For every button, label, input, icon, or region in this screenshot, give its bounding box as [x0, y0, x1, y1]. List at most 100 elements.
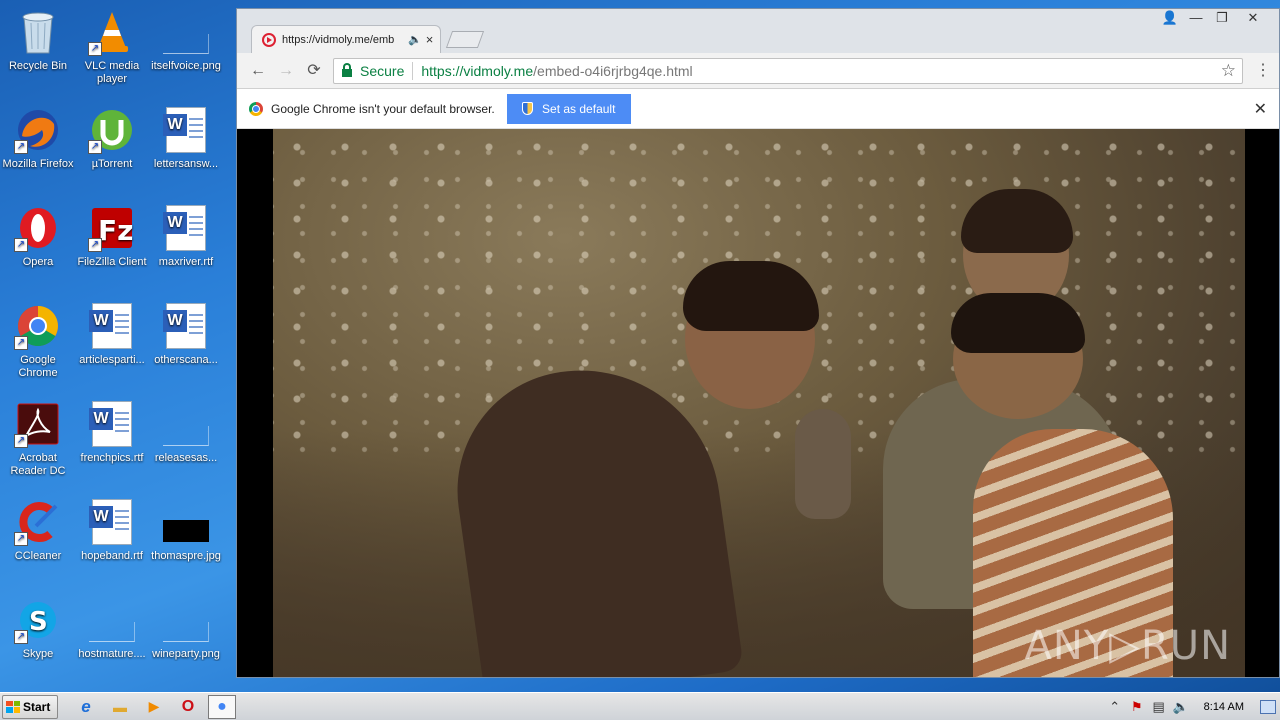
desktop: Recycle Bin ↗ VLC media player itselfvoi…	[0, 0, 236, 692]
kitten	[795, 409, 851, 519]
bookmark-star-icon[interactable]: ☆	[1221, 61, 1236, 81]
start-label: Start	[23, 699, 51, 714]
folder-icon: ▬	[113, 698, 127, 715]
desktop-icon-skype[interactable]: S ↗ Skype	[0, 592, 76, 684]
forward-button[interactable]: →	[275, 61, 297, 81]
png-file-icon	[162, 596, 210, 644]
firefox-icon: ↗	[14, 106, 62, 154]
svg-text:S: S	[29, 607, 48, 637]
browser-tab[interactable]: https://vidmoly.me/emb 🔈 ×	[251, 25, 441, 53]
anyrun-watermark: ANY▷RUN	[1024, 623, 1231, 669]
desktop-icon-maxriver[interactable]: maxriver.rtf	[148, 200, 224, 292]
rtf-file-icon	[162, 204, 210, 252]
secure-label: Secure	[360, 63, 405, 79]
url-host: https://vidmoly.me	[421, 63, 534, 79]
desktop-icon-vlc[interactable]: ↗ VLC media player	[74, 4, 150, 96]
address-bar[interactable]: Secure https://vidmoly.me /embed-o4i6rjr…	[333, 58, 1243, 84]
desktop-icon-ccleaner[interactable]: ↗ CCleaner	[0, 494, 76, 586]
desktop-icon-filezilla[interactable]: Fz ↗ FileZilla Client	[74, 200, 150, 292]
taskbar: Start e ▬ ▶ O ● ⌃ ⚑ ▤ 🔈 8:14 AM	[0, 692, 1280, 720]
rtf-file-icon	[162, 302, 210, 350]
desktop-icon-hopeband[interactable]: hopeband.rtf	[74, 494, 150, 586]
jpg-file-icon	[162, 498, 210, 546]
rtf-file-icon	[88, 302, 136, 350]
browser-toolbar: ← → ⟳ Secure https://vidmoly.me /embed-o…	[237, 53, 1279, 89]
default-browser-infobar: Google Chrome isn't your default browser…	[237, 89, 1279, 129]
minimize-button[interactable]: —	[1183, 9, 1209, 27]
desktop-icon-chrome[interactable]: ↗ Google Chrome	[0, 298, 76, 390]
taskbar-chrome[interactable]: ●	[208, 694, 236, 719]
chrome-logo-icon	[249, 101, 263, 116]
taskbar-media-player[interactable]: ▶	[140, 695, 168, 719]
chrome-taskbar-icon: ●	[217, 697, 227, 715]
desktop-icon-releasesas[interactable]: releasesas...	[148, 396, 224, 488]
acrobat-icon: ↗	[14, 400, 62, 448]
media-player-icon: ▶	[148, 698, 160, 714]
rtf-file-icon	[88, 400, 136, 448]
reload-button[interactable]: ⟳	[303, 61, 325, 81]
clock[interactable]: 8:14 AM	[1204, 701, 1244, 713]
desktop-icon-itselfvoice[interactable]: itselfvoice.png	[148, 4, 224, 96]
set-as-default-button[interactable]: Set as default	[506, 93, 631, 124]
window-controls: 👤 — ❐ ✕	[1157, 9, 1271, 29]
recycle-bin-icon	[14, 8, 62, 56]
infobar-message: Google Chrome isn't your default browser…	[271, 101, 495, 116]
video-player[interactable]: ANY▷RUN	[237, 129, 1279, 677]
desktop-icon-acrobat[interactable]: ↗ Acrobat Reader DC	[0, 396, 76, 488]
tab-close-button[interactable]: ×	[426, 32, 434, 47]
uac-shield-icon	[522, 102, 534, 115]
show-desktop-button[interactable]	[1260, 700, 1276, 714]
boy-striped-hair	[951, 293, 1085, 353]
opera-icon: ↗	[14, 204, 62, 252]
utorrent-icon: ↗	[88, 106, 136, 154]
tab-title: https://vidmoly.me/emb	[282, 33, 395, 46]
opera-taskbar-icon: O	[181, 697, 195, 715]
tray-overflow-chevron-icon[interactable]: ⌃	[1104, 699, 1126, 715]
speaker-icon[interactable]: 🔈	[408, 33, 422, 46]
chrome-icon: ↗	[14, 302, 62, 350]
file-icon	[162, 400, 210, 448]
desktop-icon-hostmature[interactable]: hostmature....	[74, 592, 150, 684]
desktop-icon-wineparty[interactable]: wineparty.png	[148, 592, 224, 684]
video-frame: ANY▷RUN	[273, 129, 1245, 677]
rtf-file-icon	[88, 498, 136, 546]
taskbar-internet-explorer[interactable]: e	[72, 695, 100, 719]
desktop-icon-utorrent[interactable]: ↗ µTorrent	[74, 102, 150, 194]
lock-icon	[342, 63, 352, 77]
taskbar-explorer[interactable]: ▬	[106, 695, 134, 719]
desktop-icon-opera[interactable]: ↗ Opera	[0, 200, 76, 292]
skype-icon: S ↗	[14, 596, 62, 644]
restore-button[interactable]: ❐	[1209, 9, 1235, 27]
taskbar-opera[interactable]: O	[174, 695, 202, 719]
file-icon	[88, 596, 136, 644]
start-button[interactable]: Start	[2, 694, 58, 719]
vlc-icon: ↗	[88, 8, 136, 56]
back-button[interactable]: ←	[247, 61, 269, 81]
infobar-close-button[interactable]: ✕	[1254, 99, 1267, 119]
rtf-file-icon	[162, 106, 210, 154]
svg-text:Fz: Fz	[98, 214, 133, 247]
vidmoly-favicon-icon	[262, 32, 276, 47]
chrome-menu-button[interactable]: ⋮	[1255, 61, 1271, 81]
internet-explorer-icon: e	[81, 696, 91, 716]
chrome-window: https://vidmoly.me/emb 🔈 × 👤 — ❐ ✕ ← → ⟳…	[236, 8, 1280, 678]
ccleaner-icon: ↗	[14, 498, 62, 546]
desktop-icon-recycle-bin[interactable]: Recycle Bin	[0, 4, 76, 96]
close-window-button[interactable]: ✕	[1235, 9, 1271, 27]
desktop-icon-firefox[interactable]: ↗ Mozilla Firefox	[0, 102, 76, 194]
desktop-icon-frenchpics[interactable]: frenchpics.rtf	[74, 396, 150, 488]
desktop-icon-articlesparti[interactable]: articlesparti...	[74, 298, 150, 390]
desktop-icon-thomaspre[interactable]: thomaspre.jpg	[148, 494, 224, 586]
system-tray: ⌃ ⚑ ▤ 🔈 8:14 AM	[1104, 693, 1280, 720]
desktop-icon-lettersansw[interactable]: lettersansw...	[148, 102, 224, 194]
network-icon[interactable]: ▤	[1148, 699, 1170, 715]
filezilla-icon: Fz ↗	[88, 204, 136, 252]
png-file-icon	[162, 8, 210, 56]
desktop-icon-otherscana[interactable]: otherscana...	[148, 298, 224, 390]
volume-icon[interactable]: 🔈	[1170, 699, 1192, 715]
action-center-flag-icon[interactable]: ⚑	[1126, 699, 1148, 715]
windows-logo-icon	[6, 700, 20, 713]
title-bar: https://vidmoly.me/emb 🔈 × 👤 — ❐ ✕	[237, 9, 1279, 53]
new-tab-button[interactable]	[445, 31, 485, 48]
user-profile-button[interactable]: 👤	[1157, 9, 1183, 27]
